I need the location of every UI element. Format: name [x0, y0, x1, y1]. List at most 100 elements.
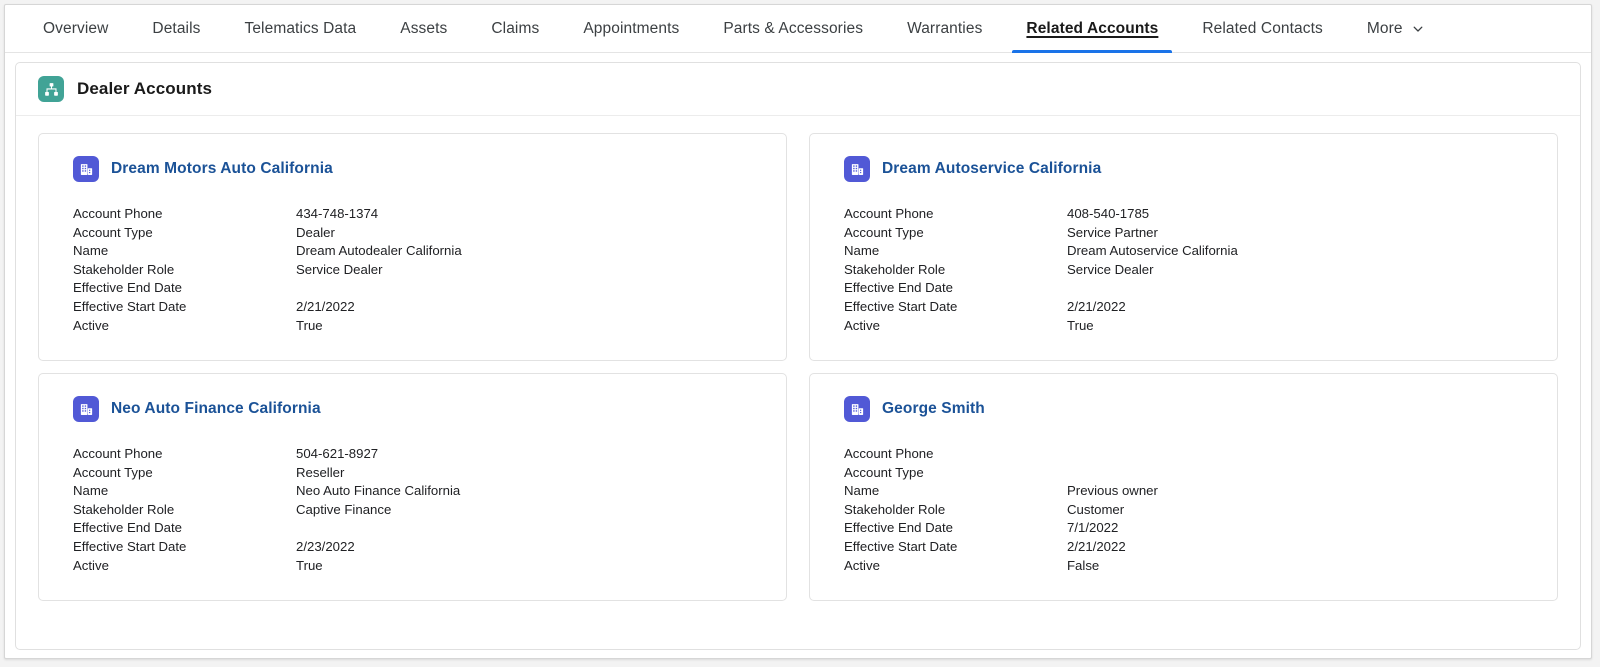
field-row: Account Phone [844, 445, 1523, 464]
field-row: Account Type Reseller [73, 464, 752, 483]
tab-label: Claims [491, 19, 540, 37]
account-name-link[interactable]: Neo Auto Finance California [111, 400, 321, 418]
field-row: Name Dream Autoservice California [844, 242, 1523, 261]
app-window: Overview Details Telematics Data Assets Clai… [4, 4, 1592, 659]
field-value: Captive Finance [296, 501, 392, 517]
field-label: Effective End Date [73, 280, 182, 296]
field-value: Neo Auto Finance California [296, 483, 461, 499]
field-label: Stakeholder Role [844, 261, 946, 277]
field-row: Effective End Date [73, 519, 752, 538]
account-field-list: Account Phone Account Type Name Previous ow… [810, 445, 1557, 575]
tab-label: Telematics Data [244, 19, 357, 37]
field-row: Account Type [844, 464, 1523, 483]
tab-label: Details [152, 19, 201, 37]
field-label: Account Type [73, 464, 153, 480]
field-label: Stakeholder Role [73, 501, 175, 517]
tab-label: Parts & Accessories [723, 19, 864, 37]
account-name-link[interactable]: George Smith [882, 400, 985, 418]
field-row: Stakeholder Role Captive Finance [73, 501, 752, 520]
field-label: Account Phone [73, 206, 163, 221]
field-value: True [1067, 317, 1094, 333]
field-label: Active [73, 557, 109, 573]
field-value: 504-621-8927 [296, 446, 379, 461]
field-row: Active True [844, 317, 1523, 336]
account-card: George Smith Account Phone Account Type Nam… [809, 373, 1558, 601]
field-row: Effective Start Date 2/21/2022 [73, 298, 752, 317]
account-name-link[interactable]: Dream Motors Auto California [111, 160, 333, 178]
tab-related-accounts[interactable]: Related Accounts [1004, 5, 1180, 53]
field-label: Name [844, 243, 880, 259]
field-row: Name Dream Autodealer California [73, 242, 752, 261]
account-card: Dream Motors Auto California Account Phon… [38, 133, 787, 361]
field-row: Name Neo Auto Finance California [73, 482, 752, 501]
tab-telematics-data[interactable]: Telematics Data [222, 5, 378, 52]
field-value: Service Dealer [296, 261, 383, 277]
account-field-list: Account Phone 504-621-8927 Account Type Res… [39, 445, 786, 575]
accounts-card-grid: Dream Motors Auto California Account Phon… [16, 116, 1580, 621]
tab-label: More [1366, 19, 1403, 37]
tab-label: Related Accounts [1026, 19, 1159, 37]
field-row: Stakeholder Role Service Dealer [844, 261, 1523, 280]
tab-warranties[interactable]: Warranties [885, 5, 1004, 52]
tab-details[interactable]: Details [130, 5, 222, 52]
field-label: Name [73, 243, 109, 259]
account-card-header: Neo Auto Finance California [39, 396, 786, 422]
field-label: Effective End Date [844, 280, 953, 296]
page-title: Dealer Accounts [77, 79, 213, 98]
tab-appointments[interactable]: Appointments [561, 5, 701, 52]
field-row: Account Type Dealer [73, 224, 752, 243]
field-label: Effective Start Date [73, 298, 187, 314]
field-value: Dream Autoservice California [1067, 243, 1238, 259]
field-value: Service Partner [1067, 224, 1158, 240]
account-name-link[interactable]: Dream Autoservice California [882, 160, 1101, 178]
field-label: Account Type [73, 224, 153, 240]
field-row: Account Phone 504-621-8927 [73, 445, 752, 464]
field-label: Account Phone [73, 446, 163, 461]
building-icon [844, 396, 870, 422]
field-label: Active [844, 557, 880, 573]
tab-label: Overview [43, 19, 109, 37]
field-value: 7/1/2022 [1067, 520, 1119, 536]
field-label: Effective Start Date [844, 538, 958, 554]
tab-parts-accessories[interactable]: Parts & Accessories [701, 5, 885, 52]
field-row: Effective End Date [73, 279, 752, 298]
field-value: 2/23/2022 [296, 538, 355, 554]
tab-related-contacts[interactable]: Related Contacts [1180, 5, 1345, 52]
field-row: Name Previous owner [844, 482, 1523, 501]
building-icon [844, 156, 870, 182]
tab-label: Related Contacts [1202, 19, 1323, 37]
tab-claims[interactable]: Claims [469, 5, 561, 52]
tab-more[interactable]: More [1345, 5, 1446, 52]
field-label: Name [73, 483, 109, 499]
field-label: Active [844, 317, 880, 333]
field-value: True [296, 317, 323, 333]
panel-header: Dealer Accounts [16, 63, 1580, 116]
tab-label: Assets [400, 19, 448, 37]
dealer-accounts-panel: Dealer Accounts Dream Motors Auto Califo… [15, 62, 1581, 650]
field-row: Stakeholder Role Service Dealer [73, 261, 752, 280]
tab-label: Appointments [583, 19, 680, 37]
field-row: Effective End Date 7/1/2022 [844, 519, 1523, 538]
field-row: Effective Start Date 2/23/2022 [73, 538, 752, 557]
field-label: Stakeholder Role [73, 261, 175, 277]
field-value: False [1067, 557, 1100, 573]
tab-overview[interactable]: Overview [21, 5, 130, 52]
tab-assets[interactable]: Assets [378, 5, 469, 52]
field-label: Stakeholder Role [844, 501, 946, 517]
field-row: Stakeholder Role Customer [844, 501, 1523, 520]
field-label: Account Phone [844, 446, 934, 461]
field-value: Dream Autodealer California [296, 243, 462, 259]
field-value: 2/21/2022 [296, 298, 355, 314]
field-row: Active True [73, 317, 752, 336]
field-value: 2/21/2022 [1067, 298, 1126, 314]
field-value: Service Dealer [1067, 261, 1154, 277]
account-card: Dream Autoservice California Account Phon… [809, 133, 1558, 361]
field-row: Active False [844, 557, 1523, 576]
field-value: Customer [1067, 501, 1125, 517]
building-icon [73, 396, 99, 422]
field-row: Effective End Date [844, 279, 1523, 298]
org-chart-icon [38, 76, 64, 102]
account-field-list: Account Phone 434-748-1374 Account Type Dea… [39, 205, 786, 335]
account-card-header: George Smith [810, 396, 1557, 422]
field-value: Dealer [296, 224, 335, 240]
